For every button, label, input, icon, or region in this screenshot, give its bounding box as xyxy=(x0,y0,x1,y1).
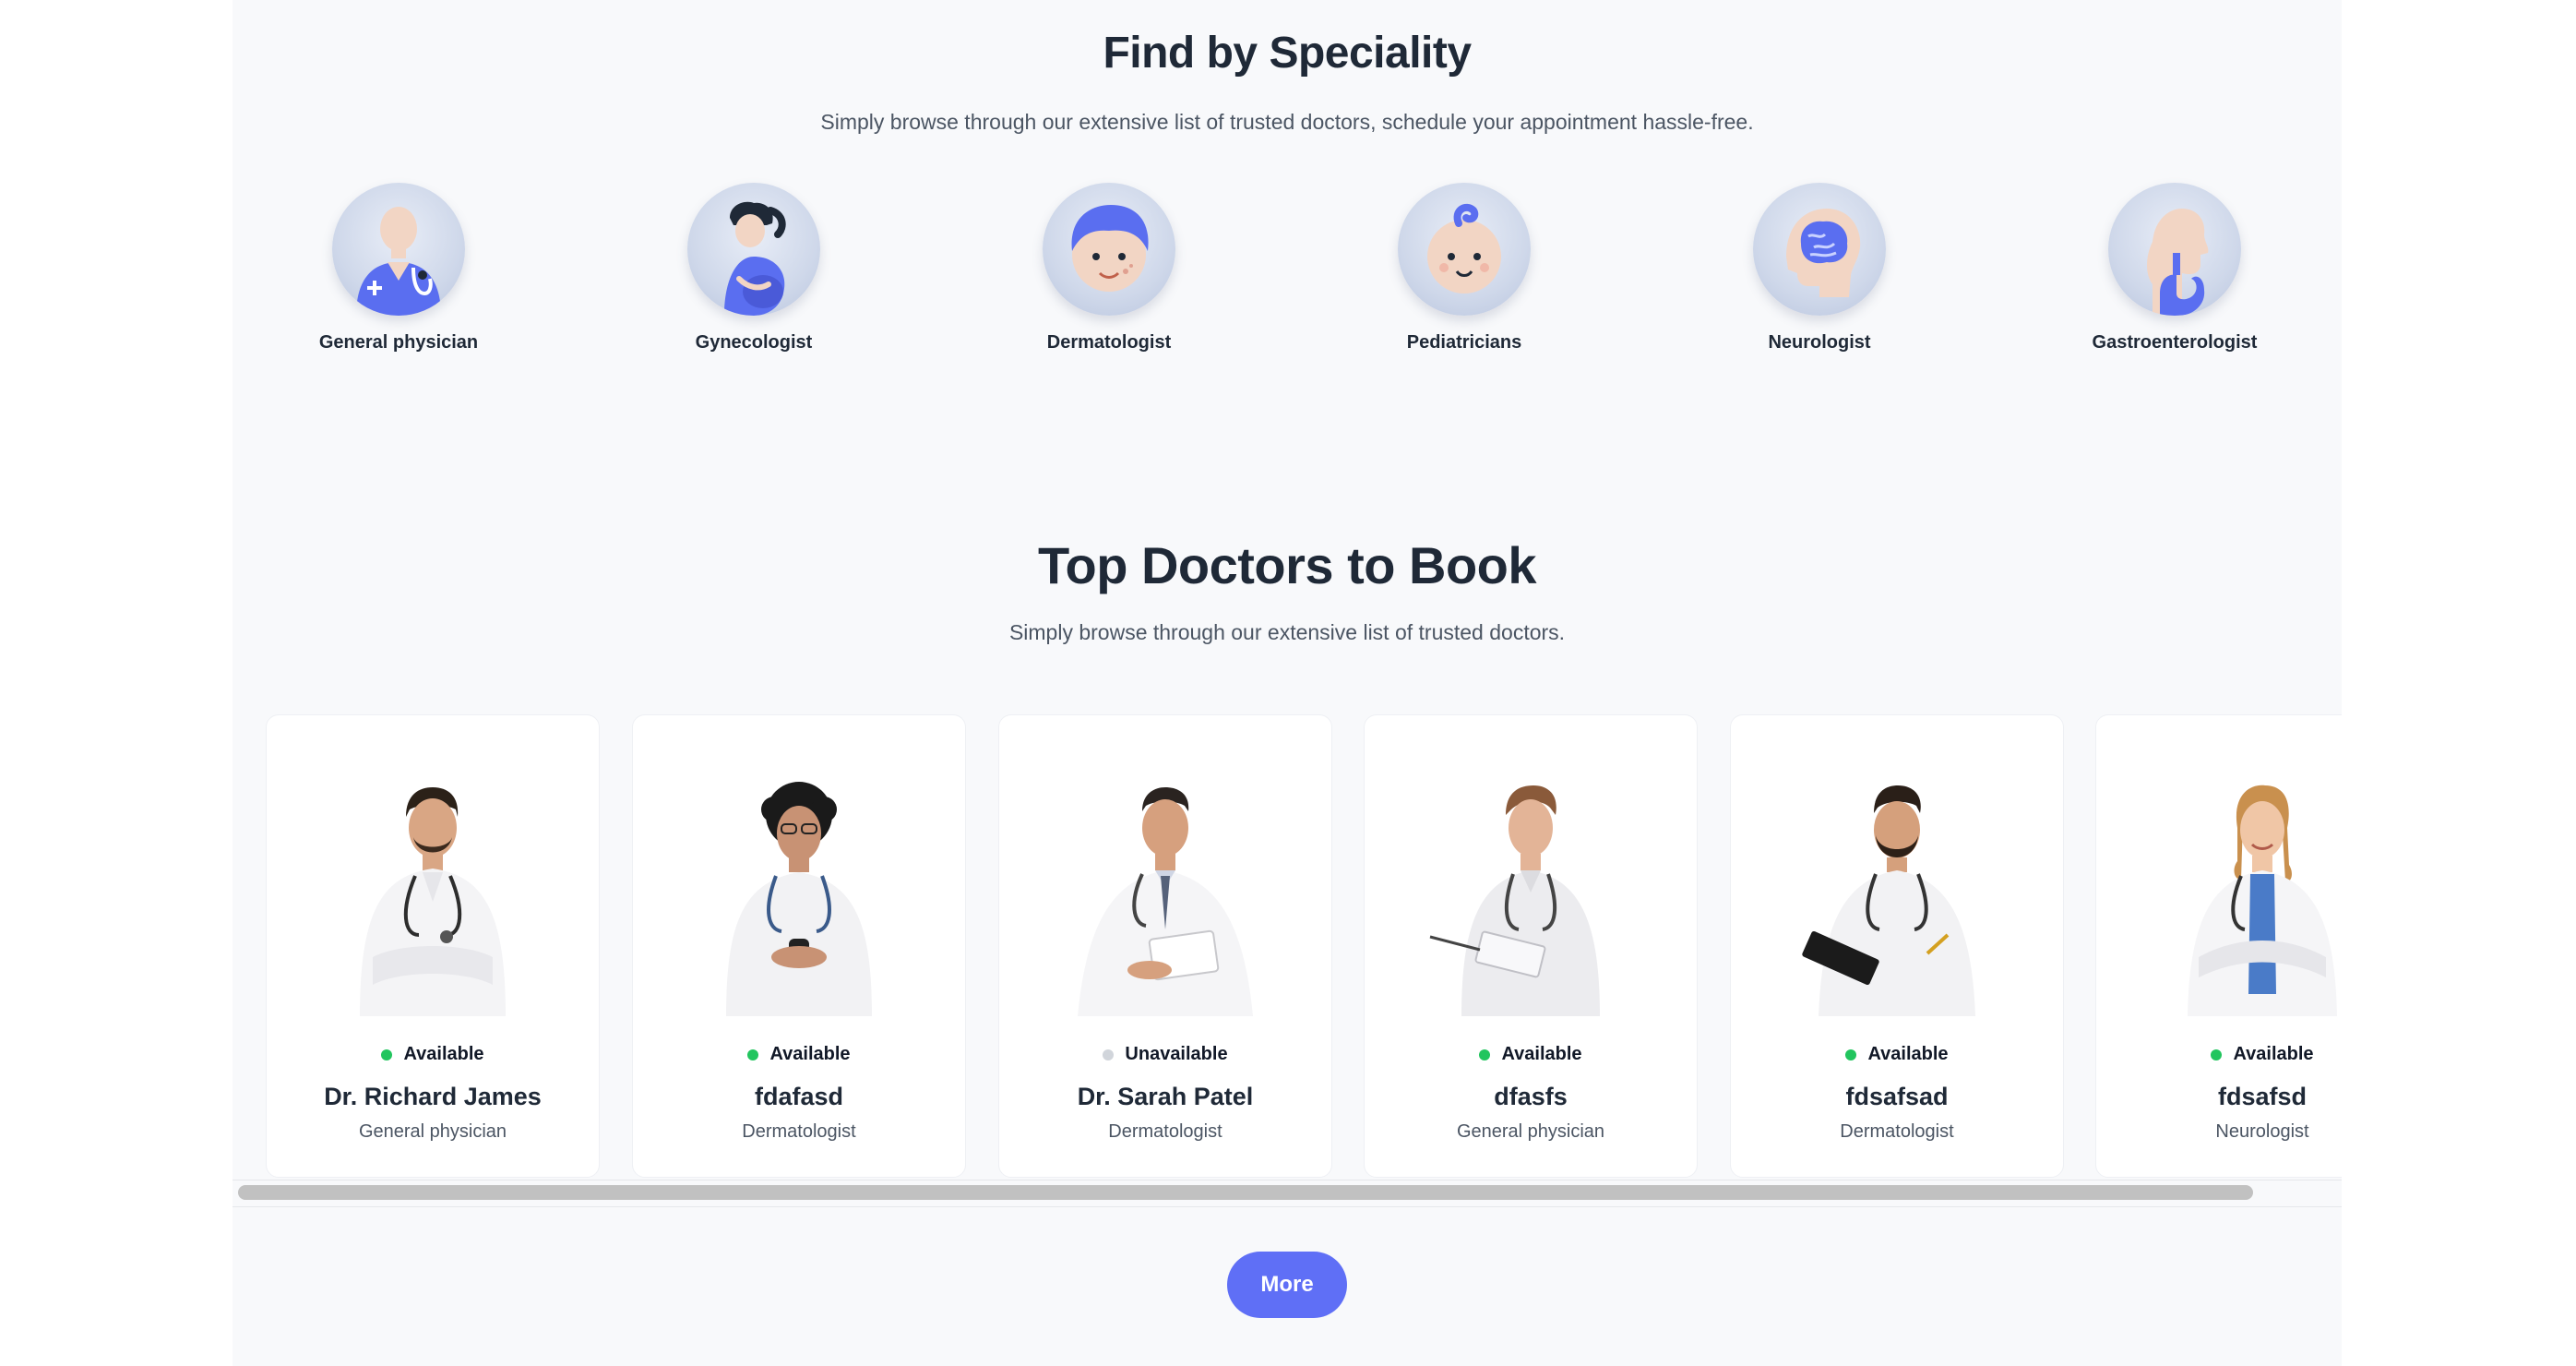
neurologist-icon xyxy=(1753,183,1886,316)
status-dot xyxy=(2211,1048,2223,1060)
gynecologist-icon xyxy=(687,183,820,316)
availability-status: Available xyxy=(1365,1044,1697,1065)
doctor-card[interactable]: Available fdsafsd Neurologist xyxy=(2095,714,2342,1178)
doctor-name: dfasfs xyxy=(1494,1083,1568,1110)
speciality-label: Neurologist xyxy=(1768,332,1871,353)
status-dot xyxy=(381,1048,393,1060)
speciality-label: General physician xyxy=(318,332,479,353)
status-label: Available xyxy=(1867,1044,1949,1064)
more-button[interactable]: More xyxy=(1227,1252,1347,1318)
speciality-dermatologist[interactable]: Dermatologist xyxy=(998,183,1220,353)
top-doctors-subtitle: Simply browse through our extensive list… xyxy=(1008,620,1566,644)
availability-status: Available xyxy=(267,1044,599,1065)
status-dot xyxy=(1479,1048,1491,1060)
status-label: Unavailable xyxy=(1125,1044,1228,1064)
doctor-name: fdsafsd xyxy=(2217,1083,2308,1110)
status-dot xyxy=(1845,1048,1857,1060)
doctor-name: fdafasd xyxy=(754,1083,844,1110)
carousel-scrollbar[interactable] xyxy=(233,1180,2342,1207)
doctor-speciality: Dermatologist xyxy=(1108,1121,1222,1142)
availability-status: Available xyxy=(2096,1044,2342,1065)
availability-status: Unavailable xyxy=(999,1044,1331,1065)
doctor-card[interactable]: Unavailable Dr. Sarah Patel Dermatologis… xyxy=(998,714,1332,1178)
status-dot xyxy=(1103,1048,1115,1060)
scrollbar-thumb[interactable] xyxy=(238,1185,2253,1200)
speciality-label: Gynecologist xyxy=(695,332,813,353)
doctor-card[interactable]: Available fdafasd Dermatologist xyxy=(632,714,966,1178)
top-doctors-title: Top Doctors to Book xyxy=(1037,536,1537,594)
speciality-gastroenterologist[interactable]: Gastroenterologist xyxy=(2064,183,2285,353)
speciality-label: Dermatologist xyxy=(1046,332,1172,353)
doctor-photo xyxy=(327,773,539,1016)
page: Find by Speciality Simply browse through… xyxy=(233,0,2342,1366)
doctor-photo xyxy=(1791,773,2003,1016)
speciality-pediatricians[interactable]: Pediatricians xyxy=(1354,183,1575,353)
status-label: Available xyxy=(2233,1044,2314,1064)
speciality-label: Gastroenterologist xyxy=(2092,332,2258,353)
doctor-speciality: Neurologist xyxy=(2215,1121,2309,1142)
doctor-speciality: Dermatologist xyxy=(1840,1121,1954,1142)
availability-status: Available xyxy=(633,1044,965,1065)
doctor-speciality: Dermatologist xyxy=(742,1121,856,1142)
doctor-photo xyxy=(1059,773,1271,1016)
doctors-carousel[interactable]: Available Dr. Richard James General phys… xyxy=(233,714,2342,1180)
doctor-card[interactable]: Available dfasfs General physician xyxy=(1364,714,1698,1178)
doctor-speciality: General physician xyxy=(1456,1121,1605,1142)
general-physician-icon xyxy=(332,183,465,316)
speciality-subtitle: Simply browse through our extensive list… xyxy=(820,110,1754,134)
doctor-card[interactable]: Available fdsafsad Dermatologist xyxy=(1730,714,2064,1178)
doctor-name: fdsafsad xyxy=(1845,1083,1949,1110)
status-label: Available xyxy=(403,1044,484,1064)
pediatrician-icon xyxy=(1398,183,1531,316)
doctor-photo xyxy=(1425,773,1637,1016)
speciality-label: Pediatricians xyxy=(1406,332,1522,353)
speciality-title: Find by Speciality xyxy=(1103,29,1472,78)
doctor-name: Dr. Sarah Patel xyxy=(1077,1083,1254,1110)
doctor-speciality: General physician xyxy=(358,1121,507,1142)
speciality-general-physician[interactable]: General physician xyxy=(288,183,509,353)
speciality-neurologist[interactable]: Neurologist xyxy=(1709,183,1930,353)
status-label: Available xyxy=(769,1044,851,1064)
status-label: Available xyxy=(1501,1044,1582,1064)
doctor-name: Dr. Richard James xyxy=(324,1083,542,1110)
dermatologist-icon xyxy=(1043,183,1175,316)
doctor-card[interactable]: Available Dr. Richard James General phys… xyxy=(266,714,600,1178)
availability-status: Available xyxy=(1731,1044,2063,1065)
doctor-photo xyxy=(2156,773,2342,1016)
speciality-gynecologist[interactable]: Gynecologist xyxy=(643,183,865,353)
doctor-photo xyxy=(693,773,905,1016)
gastroenterologist-icon xyxy=(2108,183,2241,316)
status-dot xyxy=(747,1048,759,1060)
